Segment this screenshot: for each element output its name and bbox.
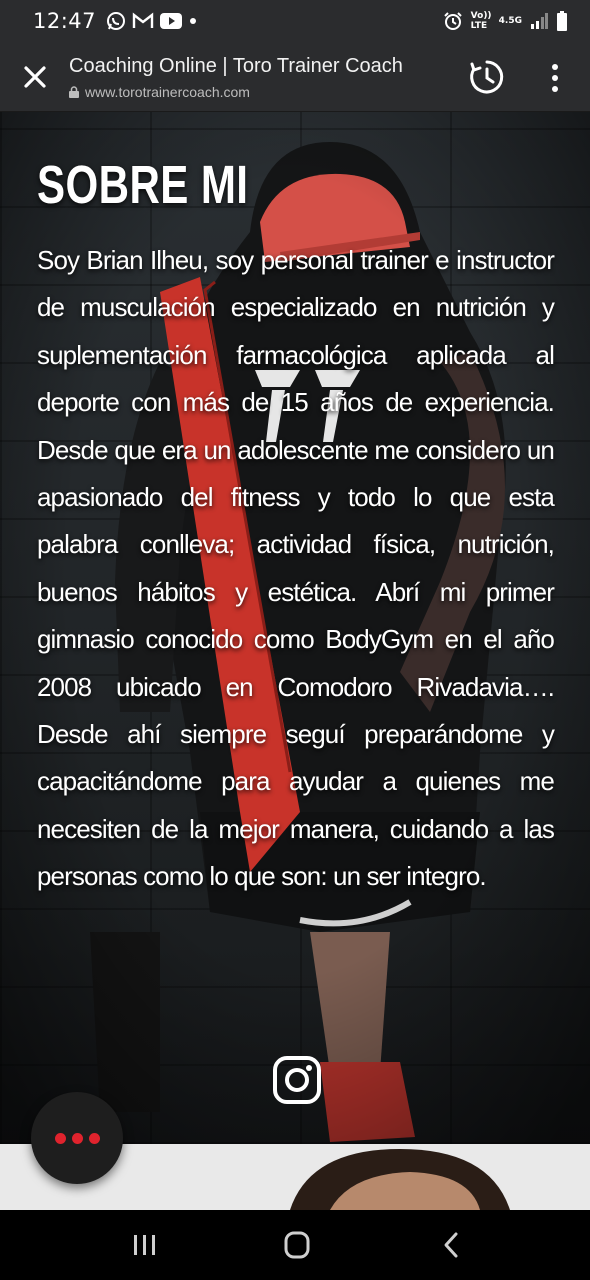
- battery-icon: [557, 11, 567, 31]
- status-bar: 12:47 Vo)) LTE 4.5G: [0, 0, 590, 42]
- notification-icons: [106, 11, 198, 31]
- home-icon[interactable]: [277, 1230, 317, 1260]
- page-title: Coaching Online | Toro Trainer Coach: [69, 55, 403, 77]
- 4g-icon: 4.5G: [498, 16, 522, 26]
- fab-dot: [88, 1132, 100, 1144]
- status-time: 12:47: [33, 9, 97, 33]
- dot-icon: [190, 18, 197, 24]
- close-icon[interactable]: [18, 60, 52, 94]
- gmail-icon: [132, 12, 154, 28]
- history-icon[interactable]: [468, 58, 506, 96]
- more-vert-icon[interactable]: [542, 61, 568, 95]
- instagram-icon[interactable]: [272, 1055, 322, 1105]
- page-url: www.torotrainercoach.com: [85, 84, 250, 100]
- system-icons: Vo)) LTE 4.5G: [443, 11, 568, 31]
- recents-icon[interactable]: [125, 1230, 165, 1260]
- more-horiz-icon: [54, 1132, 66, 1144]
- section-heading: SOBRE MI: [37, 155, 249, 215]
- lock-icon: [69, 86, 79, 98]
- volte-icon: Vo)) LTE: [470, 11, 492, 31]
- url-row[interactable]: www.torotrainercoach.com: [69, 84, 250, 100]
- system-nav-bar: [0, 1210, 590, 1280]
- whatsapp-icon: [107, 12, 126, 30]
- alarm-icon: [443, 12, 462, 30]
- about-section: SOBRE MI Soy Brian Ilheu, soy personal t…: [0, 112, 590, 1144]
- signal-icon: [531, 13, 548, 29]
- fab-dot: [71, 1132, 83, 1144]
- back-icon[interactable]: [431, 1230, 471, 1260]
- youtube-icon: [160, 13, 183, 29]
- custom-tab-toolbar: Coaching Online | Toro Trainer Coach www…: [0, 42, 590, 112]
- more-options-fab[interactable]: [31, 1092, 123, 1184]
- bio-paragraph: Soy Brian Ilheu, soy personal trainer e …: [37, 245, 555, 892]
